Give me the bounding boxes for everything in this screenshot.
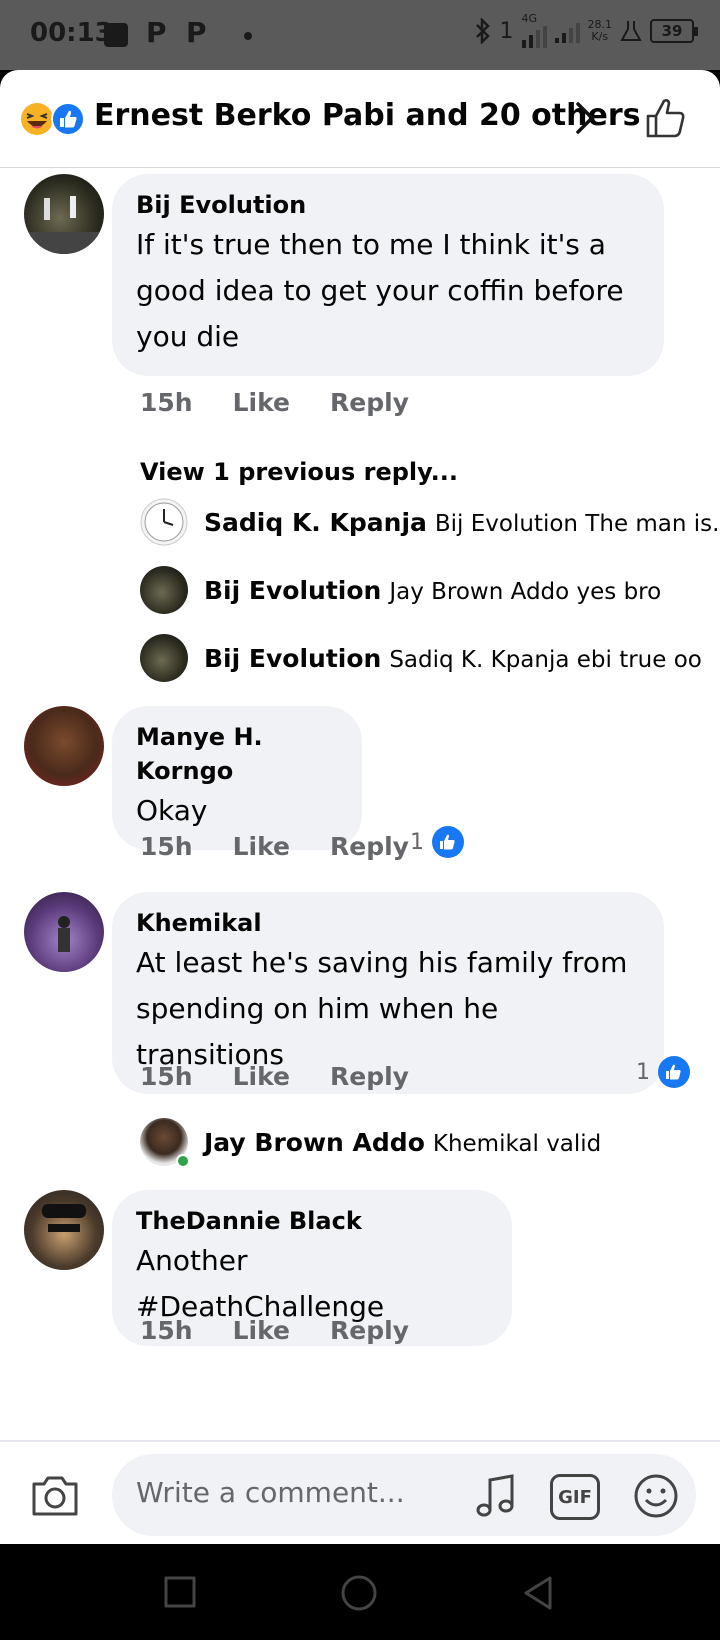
more-notifications-icon [244,32,252,40]
comment-author[interactable]: Manye H. Korngo [136,720,338,788]
comment-time: 15h [140,388,193,417]
avatar[interactable] [24,706,104,786]
avatar [140,566,188,614]
comment-text: At least he's saving his family from spe… [136,946,628,1071]
back-button[interactable] [520,1574,556,1612]
like-button[interactable]: Like [233,388,290,417]
like-count-value: 1 [636,1059,650,1085]
camera-icon[interactable] [30,1472,80,1518]
lab-flask-icon [620,21,642,41]
status-bar: 00:13 P P 1 4G 28.1 K/s 39 [0,0,720,70]
reply-text: Sadiq K. Kpanja ebi true oo [389,646,702,673]
reply-author[interactable]: Sadiq K. Kpanja [204,508,427,537]
comment-like-count[interactable]: 1 [636,1056,690,1088]
reply-item[interactable]: Bij Evolution Sadiq K. Kpanja ebi true oo [140,634,702,682]
signal-bars-icon [521,24,547,48]
avatar[interactable] [24,1190,104,1270]
reply-text: Khemikal valid [432,1130,602,1157]
gif-button[interactable]: GIF [550,1474,600,1520]
like-button[interactable]: Like [233,1316,290,1345]
comment-bubble[interactable]: Bij Evolution If it's true then to me I … [112,174,664,376]
music-icon[interactable] [472,1472,520,1520]
reply-button[interactable]: Reply [330,832,409,861]
reaction-icons [21,102,85,136]
sim-slot-label: 1 [499,18,514,44]
status-time: 00:13 [30,18,113,48]
comment-bubble[interactable]: Manye H. Korngo Okay [112,706,362,850]
avatar-wrapper [140,1118,190,1168]
comment-text: If it's true then to me I think it's a g… [136,228,624,353]
reply-button[interactable]: Reply [330,388,409,417]
online-status-dot [176,1154,190,1168]
comment-input[interactable]: Write a comment... GIF [112,1454,696,1536]
comment-input-placeholder: Write a comment... [136,1476,405,1509]
emoji-icon[interactable] [632,1472,680,1520]
like-button[interactable]: Like [233,832,290,861]
comment-composer: Write a comment... GIF [0,1440,720,1544]
p-app-icon: P [186,16,207,49]
comment-author[interactable]: Bij Evolution [136,188,640,222]
recents-button[interactable] [162,1574,198,1610]
like-reaction-icon [51,102,85,136]
reactions-header[interactable]: Ernest Berko Pabi and 20 others [0,70,720,168]
p-app-icon: P [146,16,167,49]
speed-unit: K/s [591,30,609,43]
reply-button[interactable]: Reply [330,1316,409,1345]
reply-author[interactable]: Bij Evolution [204,644,381,673]
like-post-button[interactable] [644,96,688,140]
comment-author[interactable]: TheDannie Black [136,1204,488,1238]
avatar[interactable] [24,892,104,972]
comment-actions: 15h Like Reply [140,1316,409,1345]
reply-text: Bij Evolution The man is... [434,510,720,537]
reactions-summary-title: Ernest Berko Pabi and 20 others [94,98,641,133]
comment-author[interactable]: Khemikal [136,906,640,940]
signal-4g: 4G [521,12,547,48]
network-speed: 28.1 K/s [588,19,613,43]
comment-time: 15h [140,1316,193,1345]
bluetooth-icon [475,18,490,44]
like-count-value: 1 [410,829,424,855]
system-nav-bar [0,1544,720,1640]
network-type-label: 4G [521,12,538,25]
reply-text: Jay Brown Addo yes bro [389,578,662,605]
reply-item[interactable]: Bij Evolution Jay Brown Addo yes bro [140,566,661,614]
notification-app-icon [104,23,128,47]
comment-actions: 15h Like Reply [140,388,409,417]
reply-item[interactable]: Sadiq K. Kpanja Bij Evolution The man is.… [140,498,720,546]
reply-author[interactable]: Jay Brown Addo [204,1128,425,1157]
comment-actions: 15h Like Reply [140,832,409,861]
comment-time: 15h [140,832,193,861]
signal-bars-icon [554,19,580,43]
comment-text: Okay [136,794,208,827]
like-badge-icon [432,826,464,858]
chevron-right-icon[interactable] [570,100,600,136]
comment-actions: 15h Like Reply [140,1062,409,1091]
haha-reaction-icon [21,103,53,135]
battery-icon: 39 [650,19,698,43]
clock-avatar [140,498,188,546]
home-button[interactable] [340,1574,378,1612]
status-right: 1 4G 28.1 K/s 39 [474,12,698,48]
like-badge-icon [658,1056,690,1088]
reply-button[interactable]: Reply [330,1062,409,1091]
comments-sheet: Ernest Berko Pabi and 20 others Bij Evol… [0,70,720,1544]
comment-like-count[interactable]: 1 [410,826,464,858]
avatar [140,634,188,682]
like-button[interactable]: Like [233,1062,290,1091]
avatar[interactable] [24,174,104,254]
view-previous-replies-link[interactable]: View 1 previous reply... [140,458,458,486]
comment-time: 15h [140,1062,193,1091]
battery-level: 39 [661,22,683,40]
reply-author[interactable]: Bij Evolution [204,576,381,605]
reply-item[interactable]: Jay Brown Addo Khemikal valid [140,1118,602,1168]
